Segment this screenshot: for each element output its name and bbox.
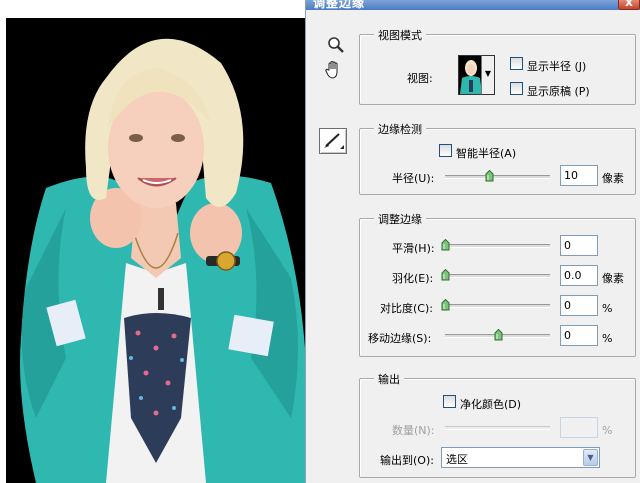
smooth-input[interactable]: 0 xyxy=(560,235,598,256)
amount-label: 数量(N): xyxy=(392,424,435,437)
view-dropdown-button[interactable]: ▼ xyxy=(481,55,495,95)
shift-edge-slider-thumb[interactable] xyxy=(494,329,503,341)
hand-icon[interactable] xyxy=(323,60,345,82)
edge-detection-legend: 边缘检测 xyxy=(374,121,426,137)
smooth-value: 0 xyxy=(564,239,571,252)
contrast-slider-thumb[interactable] xyxy=(441,299,450,311)
decontaminate-checkbox[interactable] xyxy=(443,395,456,408)
output-to-label: 输出到(O): xyxy=(380,454,434,467)
radius-value: 10 xyxy=(564,169,578,182)
shift-edge-input[interactable]: 0 xyxy=(560,325,598,346)
dialog-title: 调整边缘 xyxy=(313,0,366,10)
contrast-label: 对比度(C): xyxy=(380,302,433,315)
show-original-label: 显示原稿 (P) xyxy=(527,85,590,98)
smart-radius-checkbox[interactable] xyxy=(439,144,452,157)
contrast-slider-track[interactable] xyxy=(445,304,550,308)
view-label: 视图: xyxy=(407,72,433,85)
amount-slider-track xyxy=(445,426,550,430)
decontaminate-label: 净化颜色(D) xyxy=(460,398,522,411)
view-thumbnail-image xyxy=(459,56,483,94)
output-to-value: 选区 xyxy=(446,453,468,466)
feather-label: 羽化(E): xyxy=(392,272,434,285)
radius-slider-thumb[interactable] xyxy=(485,170,494,182)
smooth-label: 平滑(H): xyxy=(392,242,435,255)
dialog-title-bar[interactable]: 调整边缘 x xyxy=(306,0,640,10)
view-mode-legend: 视图模式 xyxy=(374,27,426,43)
shift-edge-unit: % xyxy=(602,332,613,345)
radius-input[interactable]: 10 xyxy=(560,165,598,186)
chevron-down-icon: ▼ xyxy=(484,69,492,78)
radius-label: 半径(U): xyxy=(392,172,435,185)
portrait-photo xyxy=(6,18,305,483)
contrast-input[interactable]: 0 xyxy=(560,295,598,316)
close-button[interactable]: x xyxy=(618,0,640,10)
refine-radius-brush-icon[interactable] xyxy=(319,128,347,154)
chevron-down-icon[interactable]: ▼ xyxy=(583,449,598,466)
feather-slider-track[interactable] xyxy=(445,274,550,278)
radius-slider-track[interactable] xyxy=(445,175,550,179)
document-canvas[interactable] xyxy=(0,0,305,483)
smooth-slider-track[interactable] xyxy=(445,244,550,248)
smooth-slider-thumb[interactable] xyxy=(441,239,450,251)
feather-value: 0.0 xyxy=(564,269,582,282)
show-radius-label: 显示半径 (J) xyxy=(527,60,587,73)
feather-unit: 像素 xyxy=(602,272,624,285)
contrast-value: 0 xyxy=(564,299,571,312)
radius-unit: 像素 xyxy=(602,172,624,185)
view-mode-group: 视图模式 xyxy=(359,27,636,105)
show-original-checkbox[interactable] xyxy=(510,82,523,95)
feather-input[interactable]: 0.0 xyxy=(560,265,598,286)
smart-radius-label: 智能半径(A) xyxy=(456,147,517,160)
canvas-black-area xyxy=(6,18,305,483)
feather-slider-thumb[interactable] xyxy=(441,269,450,281)
adjust-edge-legend: 调整边缘 xyxy=(374,211,426,227)
shift-edge-label: 移动边缘(S): xyxy=(368,332,432,345)
output-to-select[interactable]: 选区 ▼ xyxy=(441,447,600,468)
show-radius-checkbox[interactable] xyxy=(510,57,523,70)
zoom-icon[interactable] xyxy=(325,36,347,58)
shift-edge-value: 0 xyxy=(564,329,571,342)
close-icon: x xyxy=(625,0,633,9)
output-legend: 输出 xyxy=(374,371,404,387)
amount-input xyxy=(560,417,598,438)
amount-unit: % xyxy=(602,424,613,437)
contrast-unit: % xyxy=(602,302,613,315)
